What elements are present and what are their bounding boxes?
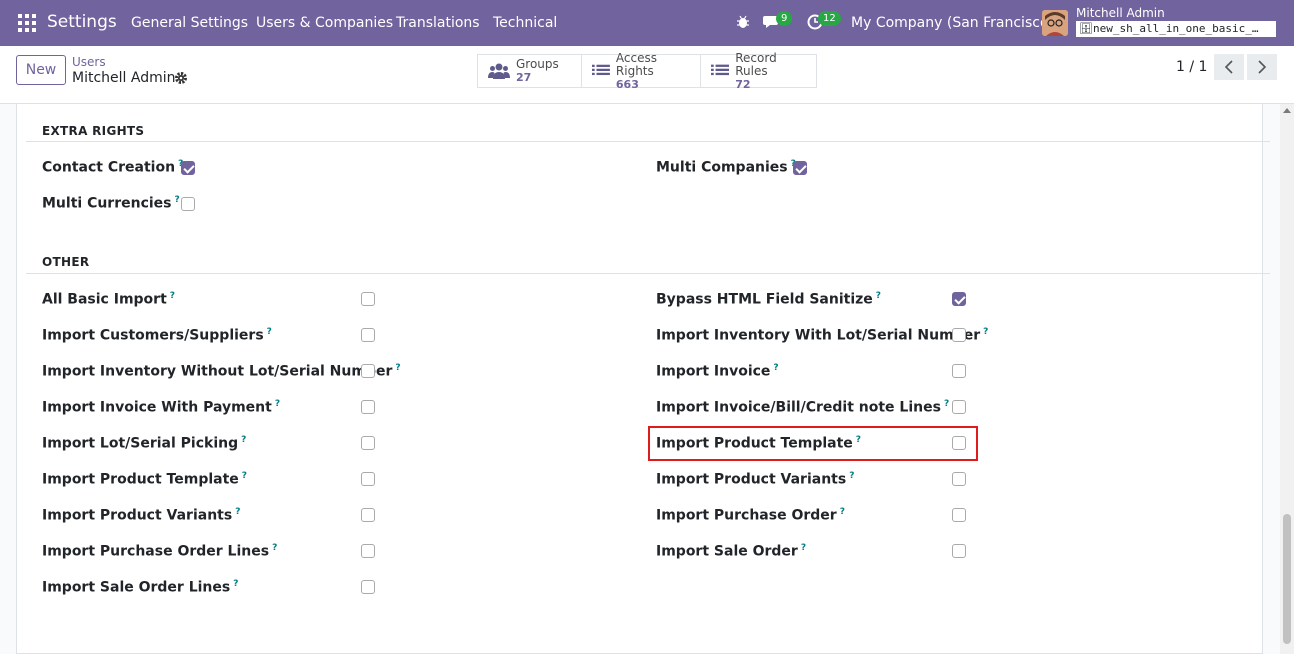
breadcrumb-parent[interactable]: Users [72,55,106,69]
checkbox-import-product-variants-right[interactable] [952,472,966,486]
pager-value[interactable]: 1 / 1 [1176,59,1207,75]
gear-icon[interactable] [174,71,188,85]
database-name: 🗄new_sh_all_in_one_basic_… [1076,21,1276,37]
checkbox-multi-companies[interactable] [793,161,807,175]
section-divider [26,273,1270,274]
list-icon [592,64,610,76]
menu-technical[interactable]: Technical [493,15,557,31]
form-content: EXTRA RIGHTS Contact Creation? Multi Com… [0,104,1280,654]
checkbox-multi-currencies[interactable] [181,197,195,211]
field-label-all-basic-import: All Basic Import? [42,291,175,308]
user-avatar[interactable] [1042,10,1068,36]
checkbox-import-lot-serial-picking[interactable] [361,436,375,450]
menu-general-settings[interactable]: General Settings [131,15,248,31]
messages-badge: 9 [776,11,793,26]
scroll-up-arrow-icon[interactable] [1283,108,1291,113]
field-label-import-inventory-without-lot: Import Inventory Without Lot/Serial Numb… [42,363,401,380]
groups-count: 27 [516,71,532,84]
activities-badge: 12 [818,11,841,26]
user-name[interactable]: Mitchell Admin [1076,6,1165,20]
checkbox-import-invoice-with-payment[interactable] [361,400,375,414]
checkbox-import-product-variants-left[interactable] [361,508,375,522]
checkbox-import-product-template-left[interactable] [361,472,375,486]
checkbox-import-inventory-with-lot[interactable] [952,328,966,342]
database-icon: 🗄 [1079,22,1093,35]
form-sheet: EXTRA RIGHTS Contact Creation? Multi Com… [16,104,1270,654]
breadcrumb-current: Mitchell Admin [72,70,176,86]
chevron-left-icon [1224,60,1233,74]
field-label-import-purchase-order: Import Purchase Order? [656,507,845,524]
field-label-import-sale-order: Import Sale Order? [656,543,807,560]
scrollbar-thumb[interactable] [1283,514,1291,644]
access-rights-smart-button[interactable]: Access Rights 663 [582,50,701,91]
company-switcher[interactable]: My Company (San Francisco) [851,15,1054,31]
field-label-import-inventory-with-lot: Import Inventory With Lot/Serial Number? [656,327,989,344]
users-icon [488,63,510,79]
field-label-bypass-html-sanitize: Bypass HTML Field Sanitize? [656,291,882,308]
field-label-import-purchase-order-lines: Import Purchase Order Lines? [42,543,278,560]
section-title-other: OTHER [42,255,90,269]
field-label-import-product-template-right: Import Product Template? [656,435,862,452]
control-panel: New Users Mitchell Admin Groups 27 Acces… [0,46,1294,104]
field-label-import-customers-suppliers: Import Customers/Suppliers? [42,327,272,344]
menu-translations[interactable]: Translations [396,15,480,31]
debug-bug-icon[interactable] [736,15,750,29]
access-rights-label: Access Rights [615,50,657,78]
menu-users-companies[interactable]: Users & Companies [256,15,393,31]
field-label-import-product-template-left: Import Product Template? [42,471,248,488]
app-title[interactable]: Settings [47,12,117,32]
checkbox-import-sale-order-lines[interactable] [361,580,375,594]
section-divider [26,141,1270,142]
section-title-extra-rights: EXTRA RIGHTS [42,124,145,138]
checkbox-import-sale-order[interactable] [952,544,966,558]
field-label-import-sale-order-lines: Import Sale Order Lines? [42,579,239,596]
field-label-import-invoice: Import Invoice? [656,363,779,380]
field-label-import-product-variants-left: Import Product Variants? [42,507,241,524]
vertical-scrollbar[interactable] [1280,104,1294,654]
top-navbar: Settings General Settings Users & Compan… [0,0,1294,46]
checkbox-import-inventory-without-lot[interactable] [361,364,375,378]
apps-menu-icon[interactable] [18,14,36,32]
list-icon [711,64,730,76]
access-rights-count: 663 [615,77,639,91]
database-name-text: new_sh_all_in_one_basic_… [1092,22,1259,35]
pager-previous-button[interactable] [1214,54,1244,80]
checkbox-import-product-template-right[interactable] [952,436,966,450]
checkbox-contact-creation[interactable] [181,161,195,175]
checkbox-import-purchase-order-lines[interactable] [361,544,375,558]
pager-next-button[interactable] [1247,54,1277,80]
checkbox-import-invoice[interactable] [952,364,966,378]
smart-buttons: Groups 27 Access Rights 663 Record Rules… [477,50,817,91]
field-label-import-invoice-with-payment: Import Invoice With Payment? [42,399,281,416]
field-label-multi-companies: Multi Companies? [656,159,796,176]
field-label-import-invoice-bill-lines: Import Invoice/Bill/Credit note Lines? [656,399,950,416]
record-rules-label: Record Rules [735,50,777,78]
checkbox-import-purchase-order[interactable] [952,508,966,522]
checkbox-all-basic-import[interactable] [361,292,375,306]
field-label-import-lot-serial-picking: Import Lot/Serial Picking? [42,435,247,452]
field-label-contact-creation: Contact Creation? [42,159,183,176]
record-rules-smart-button[interactable]: Record Rules 72 [701,50,816,91]
record-rules-count: 72 [735,77,751,91]
new-button[interactable]: New [16,55,66,85]
chevron-right-icon [1258,60,1267,74]
field-label-multi-currencies: Multi Currencies? [42,195,180,212]
checkbox-import-invoice-bill-lines[interactable] [952,400,966,414]
field-label-import-product-variants-right: Import Product Variants? [656,471,855,488]
groups-label: Groups [516,57,559,71]
checkbox-bypass-html-sanitize[interactable] [952,292,966,306]
groups-smart-button[interactable]: Groups 27 [478,55,582,87]
checkbox-import-customers-suppliers[interactable] [361,328,375,342]
